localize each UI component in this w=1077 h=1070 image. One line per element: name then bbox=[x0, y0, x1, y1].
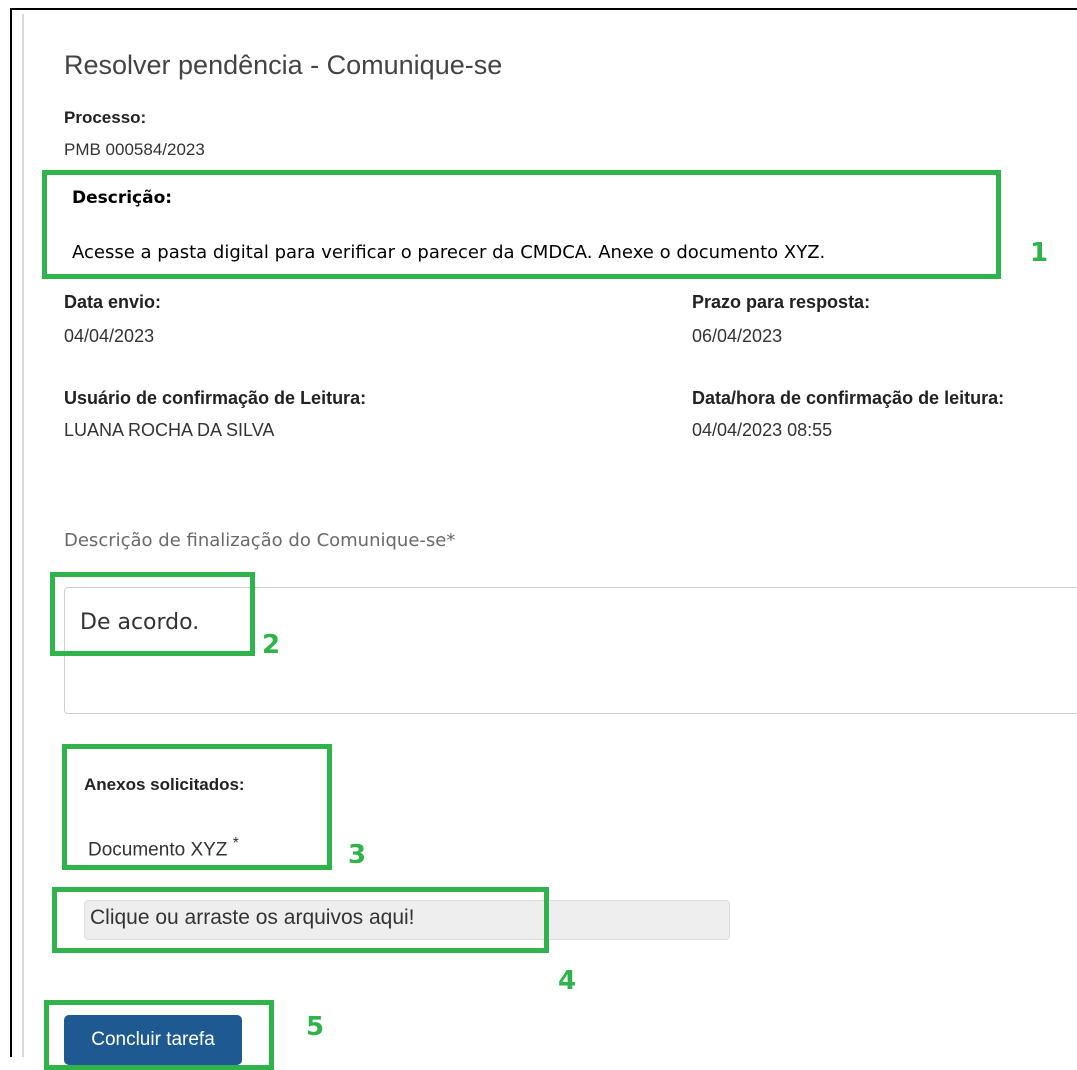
data-hora-leitura-label: Data/hora de confirmação de leitura: bbox=[692, 388, 1005, 408]
data-envio-value: 04/04/2023 bbox=[64, 326, 155, 346]
prazo-value: 06/04/2023 bbox=[692, 326, 783, 346]
annotation-5: 5 bbox=[306, 1012, 325, 1042]
annotation-box-2 bbox=[50, 572, 255, 656]
usuario-leitura-label: Usuário de confirmação de Leitura: bbox=[64, 388, 367, 408]
processo-label: Processo: bbox=[64, 108, 147, 127]
processo-value: PMB 000584/2023 bbox=[64, 140, 205, 159]
descricao-text: Acesse a pasta digital para verificar o … bbox=[72, 242, 826, 263]
annotation-3: 3 bbox=[348, 840, 367, 870]
page-title: Resolver pendência - Comunique-se bbox=[64, 50, 503, 80]
annotation-box-5 bbox=[44, 1000, 274, 1070]
finalizacao-label: Descrição de finalização do Comunique-se… bbox=[64, 530, 456, 551]
annotation-1: 1 bbox=[1030, 238, 1049, 268]
annotation-4: 4 bbox=[558, 966, 577, 996]
data-envio-label: Data envio: bbox=[64, 292, 162, 312]
required-mark: * bbox=[232, 835, 239, 852]
anexos-item-name: Documento XYZ bbox=[88, 839, 228, 861]
usuario-leitura-value: LUANA ROCHA DA SILVA bbox=[64, 420, 275, 440]
prazo-label: Prazo para resposta: bbox=[692, 292, 871, 312]
anexos-item: Documento XYZ * bbox=[88, 835, 239, 861]
annotation-box-4 bbox=[52, 887, 549, 953]
annotation-2: 2 bbox=[262, 630, 281, 660]
data-hora-leitura-value: 04/04/2023 08:55 bbox=[692, 420, 833, 440]
anexos-label: Anexos solicitados: bbox=[84, 775, 245, 794]
descricao-label: Descrição: bbox=[72, 188, 173, 208]
panel-left-border bbox=[22, 14, 24, 1057]
